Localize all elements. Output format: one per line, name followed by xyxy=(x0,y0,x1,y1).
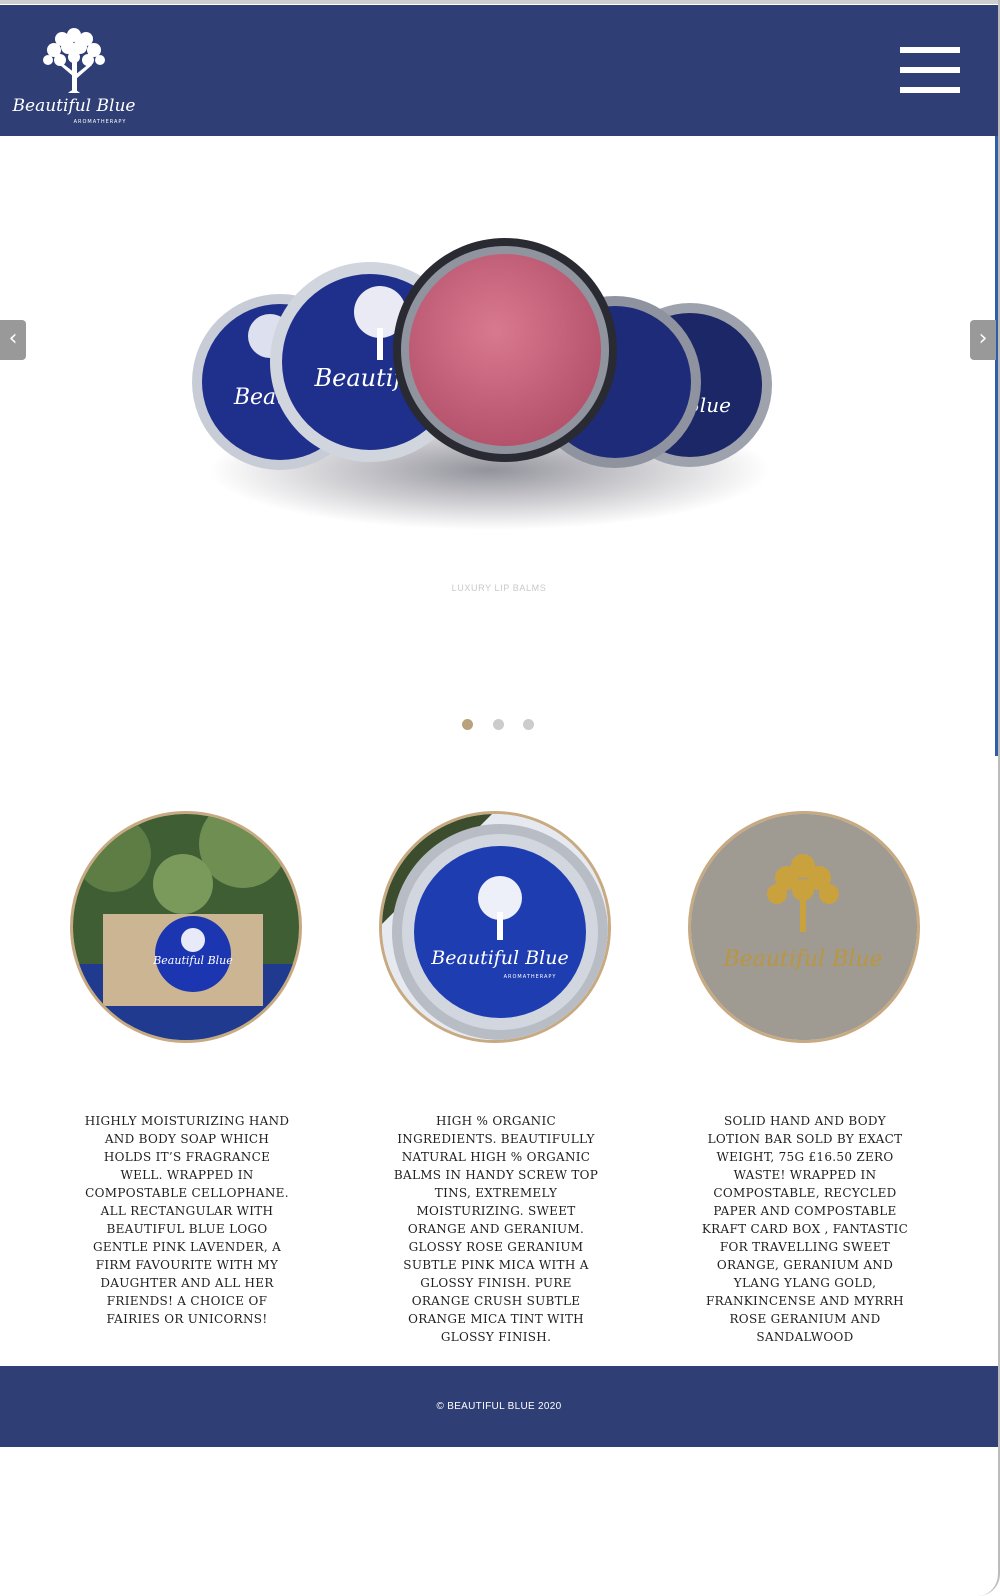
feature-text-lip-balm: High % organic ingredients. Beautifully … xyxy=(393,1114,599,1344)
hamburger-bar xyxy=(900,67,960,73)
tin-open-pink-balm xyxy=(393,238,617,462)
slider-dot-1[interactable] xyxy=(462,719,473,730)
logo-script-text: Beautiful Blue xyxy=(12,96,135,116)
browser-top-rule xyxy=(0,0,998,4)
slider-dot-2[interactable] xyxy=(493,719,504,730)
site-header: Beautiful Blue AROMATHERAPY xyxy=(0,5,998,136)
svg-text:AROMATHERAPY: AROMATHERAPY xyxy=(504,974,557,980)
scroll-accent xyxy=(995,136,998,756)
slider-pagination xyxy=(0,719,998,731)
site-footer: © BEAUTIFUL BLUE 2020 xyxy=(0,1366,998,1447)
soap-box-photo: Beautiful Blue xyxy=(73,814,299,1040)
logo-subtitle: AROMATHERAPY xyxy=(74,119,127,125)
slider-next-button[interactable]: › xyxy=(970,320,996,360)
slider-prev-button[interactable]: ‹ xyxy=(0,320,26,360)
feature-image-lip-balm: Beautiful Blue AROMATHERAPY xyxy=(379,811,611,1043)
feature-text-lotion-bar: Solid hand and body lotion bar sold by e… xyxy=(701,1114,909,1344)
feature-image-soap: Beautiful Blue xyxy=(70,811,302,1043)
feature-image-lotion-bar: Beautiful Blue xyxy=(688,811,920,1043)
hamburger-bar xyxy=(900,47,960,53)
feature-text-soap: Highly moisturizing hand and body soap w… xyxy=(84,1114,290,1326)
svg-text:Beautiful Blue: Beautiful Blue xyxy=(722,947,882,972)
svg-text:Beautiful Blue: Beautiful Blue xyxy=(430,947,568,969)
page: Beautiful Blue AROMATHERAPY Blue Beauti … xyxy=(0,0,1000,1596)
lotion-bar-photo: Beautiful Blue xyxy=(691,814,917,1040)
svg-text:Beautiful Blue: Beautiful Blue xyxy=(152,954,233,967)
tree-icon xyxy=(43,28,105,93)
brand-logo[interactable]: Beautiful Blue AROMATHERAPY xyxy=(12,19,140,129)
slide-caption: LUXURY LIP BALMS xyxy=(451,583,547,593)
hamburger-icon[interactable] xyxy=(900,47,960,93)
lip-balm-tin-photo: Beautiful Blue AROMATHERAPY xyxy=(382,814,608,1040)
copyright-text: © BEAUTIFUL BLUE 2020 xyxy=(436,1401,562,1412)
slider-dot-3[interactable] xyxy=(523,719,534,730)
hamburger-bar xyxy=(900,87,960,93)
lip-balm-tins-photo: Blue Beauti Beautiful xyxy=(192,238,772,530)
